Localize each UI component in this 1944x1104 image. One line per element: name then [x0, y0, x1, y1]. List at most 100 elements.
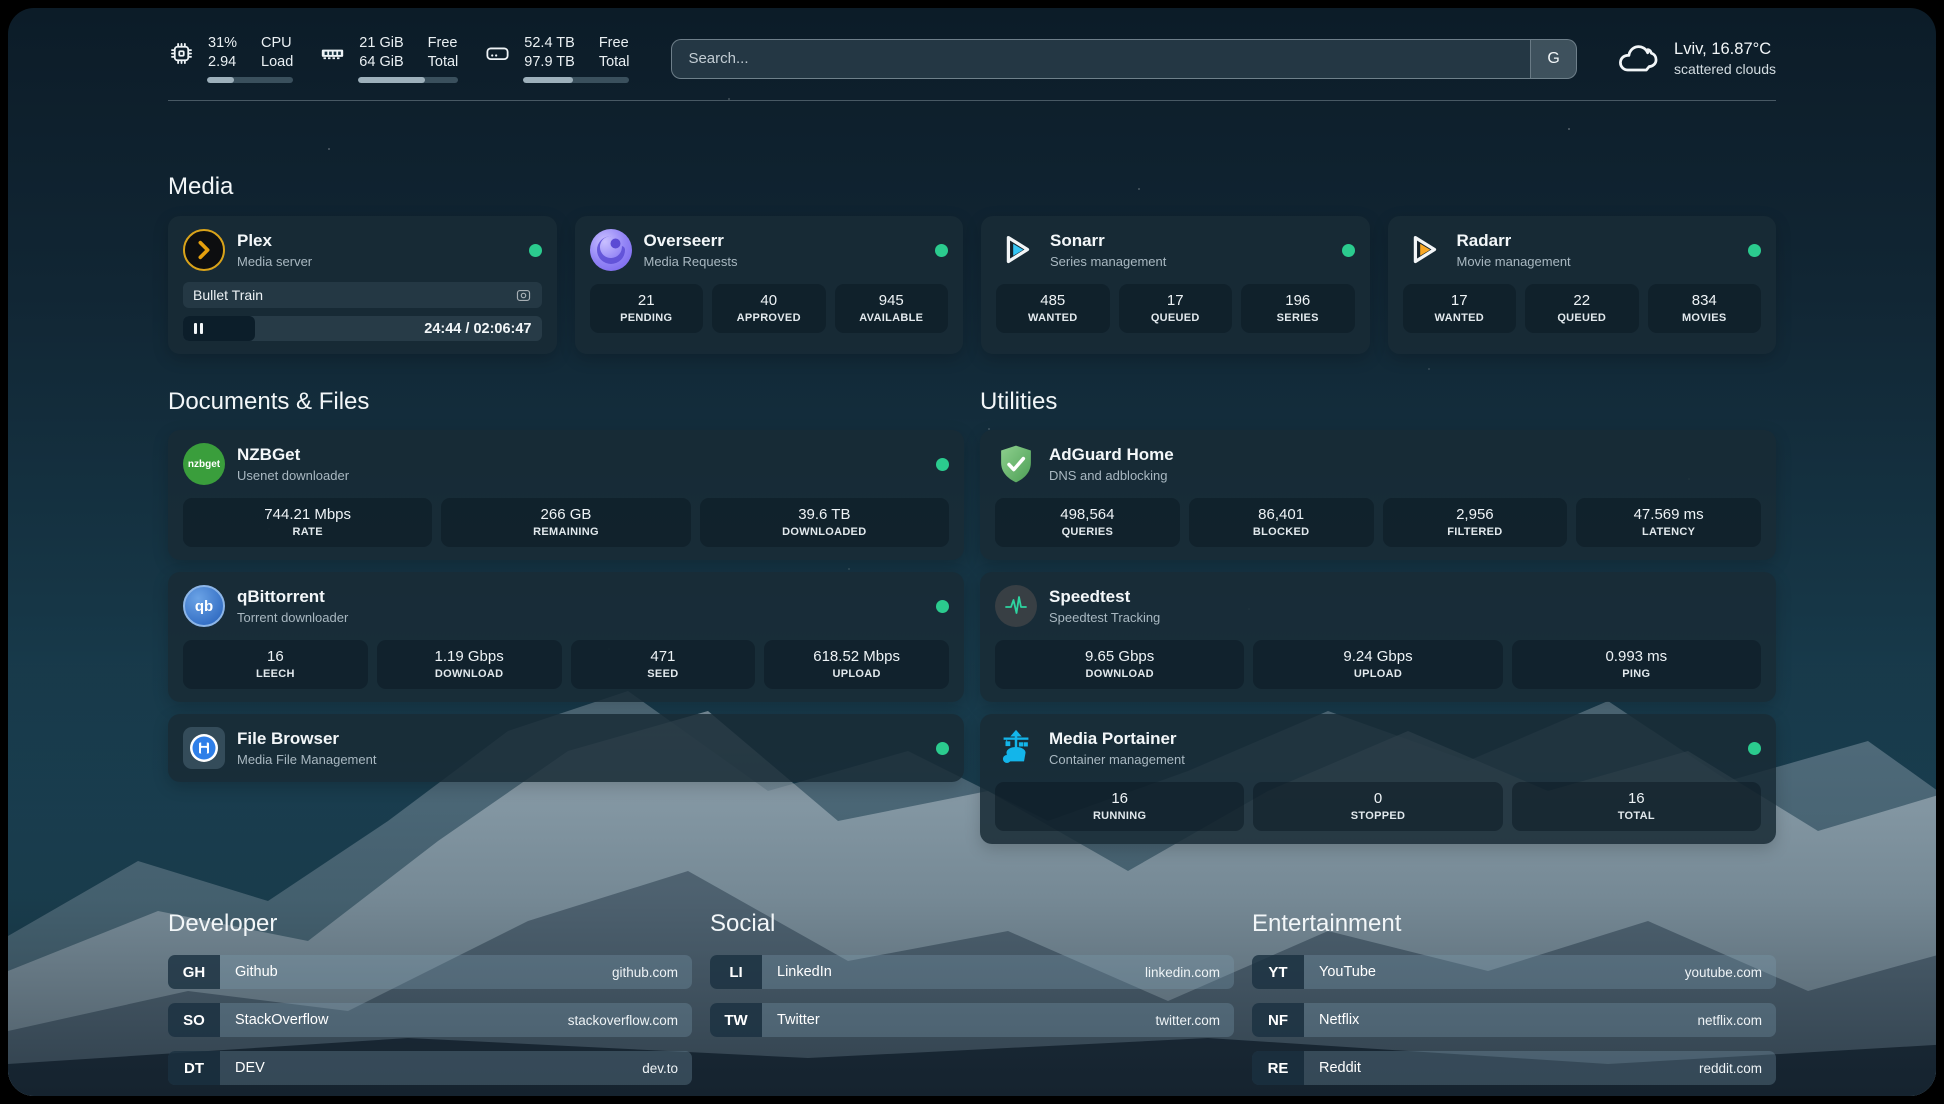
adguard-icon	[995, 443, 1037, 485]
speedtest-icon	[995, 585, 1037, 627]
disk-label-1: Free	[599, 34, 630, 53]
sonarr-title: Sonarr	[1050, 231, 1166, 251]
utilities-section-title: Utilities	[980, 388, 1776, 416]
bookmark-twitter[interactable]: TW Twitter twitter.com	[710, 1003, 1234, 1037]
qbittorrent-card[interactable]: qb qBittorrent Torrent downloader 16 LEE…	[168, 572, 964, 702]
system-stats: 31% 2.94 CPU Load	[168, 34, 629, 83]
search-input[interactable]	[672, 40, 1530, 78]
developer-group: Developer GH Github github.com SO StackO…	[168, 910, 692, 1096]
stat-tile: 17 WANTED	[1403, 284, 1517, 333]
media-section-title: Media	[168, 173, 1776, 201]
nzbget-card[interactable]: nzbget NZBGet Usenet downloader 744.21 M…	[168, 430, 964, 560]
stat-tile: 9.65 Gbps DOWNLOAD	[995, 640, 1244, 689]
memory-total: 64 GiB	[359, 53, 403, 72]
stat-tile: 0.993 ms PING	[1512, 640, 1761, 689]
portainer-subtitle: Container management	[1049, 752, 1185, 767]
stat-tile: 17 QUEUED	[1119, 284, 1233, 333]
cpu-progressbar	[207, 77, 293, 83]
disk-progressbar	[523, 77, 629, 83]
qbittorrent-status-dot	[936, 600, 949, 613]
sonarr-card[interactable]: Sonarr Series management 485 WANTED 17 Q…	[981, 216, 1370, 354]
search-provider-button[interactable]: G	[1530, 40, 1576, 78]
adguard-card[interactable]: AdGuard Home DNS and adblocking 498,564 …	[980, 430, 1776, 560]
radarr-title: Radarr	[1457, 231, 1571, 251]
bookmark-github[interactable]: GH Github github.com	[168, 955, 692, 989]
stat-tile: 47.569 ms LATENCY	[1576, 498, 1761, 547]
search-bar: G	[671, 39, 1577, 79]
overseerr-card[interactable]: Overseerr Media Requests 21 PENDING 40 A…	[575, 216, 964, 354]
cpu-widget: 31% 2.94 CPU Load	[168, 34, 293, 83]
memory-free: 21 GiB	[359, 34, 403, 53]
radarr-status-dot	[1748, 244, 1761, 257]
bookmark-youtube[interactable]: YT YouTube youtube.com	[1252, 955, 1776, 989]
bookmark-linkedin[interactable]: LI LinkedIn linkedin.com	[710, 955, 1234, 989]
bookmark-netflix[interactable]: NF Netflix netflix.com	[1252, 1003, 1776, 1037]
weather-condition: scattered clouds	[1674, 61, 1776, 77]
stat-tile: 471 SEED	[571, 640, 756, 689]
disk-label-2: Total	[599, 53, 630, 72]
plex-timestamp: 24:44 / 02:06:47	[424, 321, 541, 337]
header-divider	[168, 100, 1776, 101]
speedtest-subtitle: Speedtest Tracking	[1049, 610, 1160, 625]
documents-section-title: Documents & Files	[168, 388, 964, 416]
plex-elapsed-pill	[183, 316, 255, 341]
disk-icon	[484, 40, 511, 67]
portainer-title: Media Portainer	[1049, 729, 1185, 749]
stat-tile: 834 MOVIES	[1648, 284, 1762, 333]
overseerr-title: Overseerr	[644, 231, 738, 251]
stat-tile: 86,401 BLOCKED	[1189, 498, 1374, 547]
pause-icon	[194, 323, 197, 334]
social-section-title: Social	[710, 910, 1234, 938]
portainer-status-dot	[1748, 742, 1761, 755]
filebrowser-card[interactable]: File Browser Media File Management	[168, 714, 964, 782]
stat-tile: 16 TOTAL	[1512, 782, 1761, 831]
radarr-subtitle: Movie management	[1457, 254, 1571, 269]
cpu-load-avg: 2.94	[208, 53, 237, 72]
cpu-label-1: CPU	[261, 34, 293, 53]
disk-widget: 52.4 TB 97.9 TB Free Total	[484, 34, 629, 83]
weather-widget: Lviv, 16.87°C scattered clouds	[1617, 40, 1776, 78]
speedtest-title: Speedtest	[1049, 587, 1160, 607]
nzbget-subtitle: Usenet downloader	[237, 468, 349, 483]
cpu-label-2: Load	[261, 53, 293, 72]
stat-tile: 22 QUEUED	[1525, 284, 1639, 333]
entertainment-group: Entertainment YT YouTube youtube.com NF …	[1252, 910, 1776, 1096]
utilities-column: Utilities AdGuard Home DNS and adblockin…	[980, 388, 1776, 856]
stat-label: PENDING	[594, 312, 700, 324]
dashboard-window: 31% 2.94 CPU Load	[8, 8, 1936, 1096]
bookmark-reddit[interactable]: RE Reddit reddit.com	[1252, 1051, 1776, 1085]
plex-title: Plex	[237, 231, 312, 251]
bookmark-dev[interactable]: DT DEV dev.to	[168, 1051, 692, 1085]
stat-tile: 40 APPROVED	[712, 284, 826, 333]
portainer-icon	[995, 727, 1037, 769]
weather-location-temp: Lviv, 16.87°C	[1674, 40, 1776, 59]
adguard-title: AdGuard Home	[1049, 445, 1174, 465]
portainer-card[interactable]: Media Portainer Container management 16 …	[980, 714, 1776, 844]
stat-value: 21	[594, 292, 700, 309]
filebrowser-subtitle: Media File Management	[237, 752, 376, 767]
stat-tile: 498,564 QUERIES	[995, 498, 1180, 547]
plex-card[interactable]: Plex Media server Bullet Train 24:44 / 0	[168, 216, 557, 354]
nzbget-title: NZBGet	[237, 445, 349, 465]
disk-free: 52.4 TB	[524, 34, 575, 53]
adguard-subtitle: DNS and adblocking	[1049, 468, 1174, 483]
social-group: Social LI LinkedIn linkedin.com TW Twitt…	[710, 910, 1234, 1096]
speedtest-card[interactable]: Speedtest Speedtest Tracking 9.65 Gbps D…	[980, 572, 1776, 702]
cpu-usage: 31%	[208, 34, 237, 53]
top-bar: 31% 2.94 CPU Load	[168, 34, 1776, 83]
plex-status-dot	[529, 244, 542, 257]
cast-icon[interactable]	[515, 287, 532, 304]
memory-label-1: Free	[428, 34, 459, 53]
sonarr-icon	[996, 229, 1038, 271]
stat-tile: 16 RUNNING	[995, 782, 1244, 831]
documents-column: Documents & Files nzbget NZBGet Usenet d…	[168, 388, 964, 856]
memory-icon	[319, 40, 346, 67]
plex-progressbar: 24:44 / 02:06:47	[183, 316, 542, 341]
radarr-card[interactable]: Radarr Movie management 17 WANTED 22 QUE…	[1388, 216, 1777, 354]
developer-section-title: Developer	[168, 910, 692, 938]
stat-tile: 21 PENDING	[590, 284, 704, 333]
memory-progressbar	[358, 77, 458, 83]
bookmark-stackoverflow[interactable]: SO StackOverflow stackoverflow.com	[168, 1003, 692, 1037]
overseerr-subtitle: Media Requests	[644, 254, 738, 269]
bookmark-abbr: GH	[168, 955, 220, 989]
